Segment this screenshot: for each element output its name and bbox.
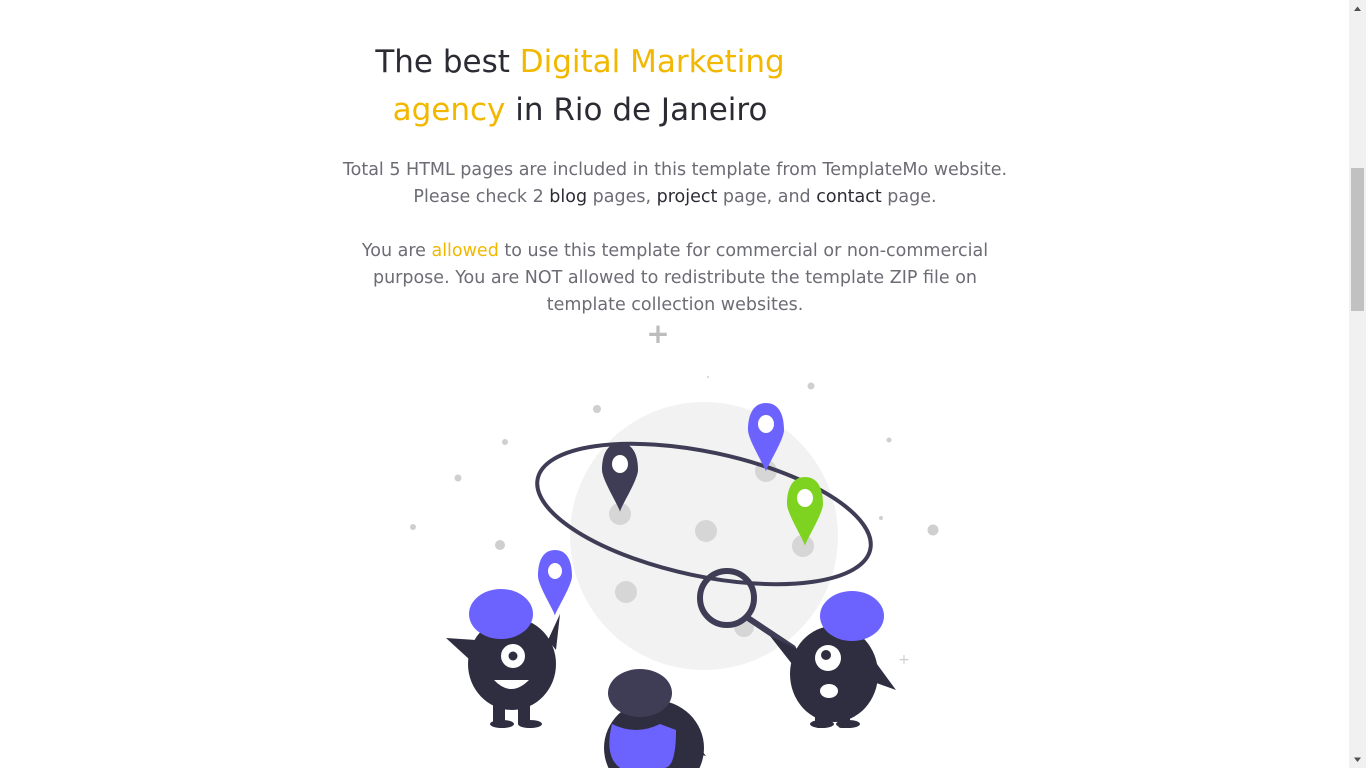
plus-icon: + [646,317,670,350]
pages-text-2: Please check 2 [413,187,550,207]
blog-link[interactable]: blog [549,187,587,207]
hero-title: The best Digital Marketing agency in Rio … [330,38,830,134]
hero-title-accent-2: agency [392,92,506,128]
page-viewport: The best Digital Marketing agency in Rio … [0,0,1349,768]
scroll-thumb[interactable] [1351,168,1364,311]
pages-text-3: pages, [587,187,657,207]
world-map-pins-illustration: + [410,376,939,768]
pages-text-1: Total 5 HTML pages are included in this … [342,160,1008,180]
pin-small-purple-icon [538,550,572,616]
hero-description-license: You are allowed to use this template for… [352,238,998,319]
bottom-creature [604,669,706,768]
contact-link[interactable]: contact [816,187,882,207]
pages-text-4: page, and [717,187,817,207]
license-text-1: You are [361,241,432,261]
hero-title-part2: in Rio de Janeiro [505,92,768,128]
arrow-down-icon [1354,757,1361,762]
arrow-up-icon [1354,6,1361,11]
hero-title-accent-1: Digital Marketing [519,44,785,80]
small-plus-icon: + [898,652,910,668]
scroll-up-button[interactable] [1349,0,1366,17]
hero-title-part1: The best [375,44,520,80]
scroll-down-button[interactable] [1349,751,1366,768]
allowed-link[interactable]: allowed [431,241,498,261]
hero-description-pages: Total 5 HTML pages are included in this … [340,157,1010,211]
left-creature [446,589,560,728]
pages-text-5: page. [881,187,937,207]
page-scrollbar[interactable] [1349,0,1366,768]
project-link[interactable]: project [657,187,718,207]
